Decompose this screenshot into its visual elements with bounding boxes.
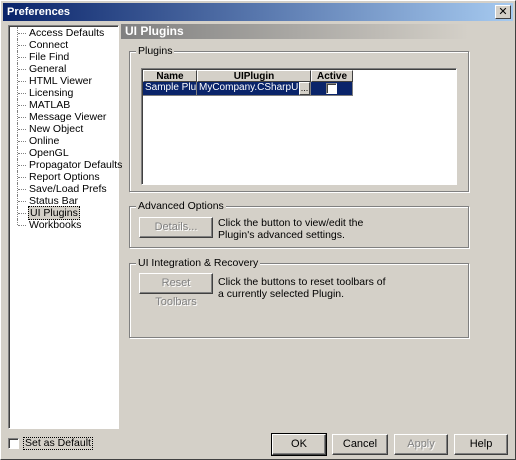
- sidebar-item-matlab[interactable]: MATLAB: [9, 99, 118, 111]
- sidebar-item-html-viewer[interactable]: HTML Viewer: [9, 75, 118, 87]
- sidebar-item-report-options[interactable]: Report Options: [9, 171, 118, 183]
- page-title: UI Plugins: [121, 24, 469, 39]
- sidebar-item-licensing[interactable]: Licensing: [9, 87, 118, 99]
- preferences-window: Preferences ✕ Access Defaults Connect Fi…: [0, 0, 516, 460]
- sidebar-item-new-object[interactable]: New Object: [9, 123, 118, 135]
- sidebar-item-access-defaults[interactable]: Access Defaults: [9, 27, 118, 39]
- plugins-grid[interactable]: Name UIPlugin Active Sample Plugin MyCom…: [141, 68, 457, 185]
- close-button[interactable]: ✕: [495, 5, 511, 19]
- help-button[interactable]: Help: [454, 434, 508, 455]
- table-row[interactable]: Sample Plugin MyCompany.CSharpUIPlugin .…: [143, 82, 353, 96]
- sidebar-item-ui-plugins[interactable]: UI Plugins: [9, 206, 118, 220]
- preferences-tree[interactable]: Access Defaults Connect File Find Genera…: [8, 25, 122, 429]
- details-button[interactable]: Details...: [139, 217, 213, 238]
- apply-button[interactable]: Apply: [394, 434, 448, 455]
- sidebar-item-file-find[interactable]: File Find: [9, 51, 118, 63]
- ui-integration-label: UI Integration & Recovery: [136, 257, 261, 269]
- sidebar-item-opengl[interactable]: OpenGL: [9, 147, 118, 159]
- sidebar-item-save-load-prefs[interactable]: Save/Load Prefs: [9, 183, 118, 195]
- reset-toolbars-button[interactable]: Reset Toolbars: [139, 273, 213, 308]
- sidebar-item-connect[interactable]: Connect: [9, 39, 118, 51]
- ui-integration-description: Click the buttons to reset toolbars of a…: [218, 276, 386, 300]
- plugins-group: Plugins Name UIPlugin Active Sample Plug…: [129, 45, 469, 192]
- cancel-button[interactable]: Cancel: [332, 434, 388, 455]
- plugin-class-text: MyCompany.CSharpUIPlugin: [199, 82, 310, 93]
- set-as-default-label: Set as Default: [23, 437, 93, 450]
- column-header-uiplugin[interactable]: UIPlugin: [197, 70, 311, 82]
- window-title: Preferences: [7, 6, 70, 18]
- sidebar-item-online[interactable]: Online: [9, 135, 118, 147]
- column-header-name[interactable]: Name: [143, 70, 197, 82]
- set-as-default-checkbox[interactable]: Set as Default: [8, 437, 93, 450]
- plugins-group-label: Plugins: [136, 45, 175, 57]
- sidebar-item-message-viewer[interactable]: Message Viewer: [9, 111, 118, 123]
- grid-header-row: Name UIPlugin Active: [143, 70, 353, 82]
- advanced-options-group: Advanced Options Details... Click the bu…: [129, 200, 469, 248]
- column-header-active[interactable]: Active: [311, 70, 353, 82]
- close-icon: ✕: [498, 5, 508, 18]
- advanced-options-description: Click the button to view/edit the Plugin…: [218, 217, 364, 241]
- plugin-active-checkbox[interactable]: [326, 83, 337, 94]
- ok-button[interactable]: OK: [271, 433, 327, 456]
- plugin-active-cell[interactable]: [311, 82, 353, 96]
- advanced-options-label: Advanced Options: [136, 200, 226, 212]
- sidebar-item-propagator-defaults[interactable]: Propagator Defaults: [9, 159, 122, 171]
- plugin-class-cell[interactable]: MyCompany.CSharpUIPlugin ...: [197, 82, 311, 96]
- browse-plugin-button[interactable]: ...: [299, 82, 310, 95]
- title-bar: Preferences ✕: [3, 3, 513, 21]
- set-as-default-box[interactable]: [8, 438, 19, 449]
- plugin-name-cell[interactable]: Sample Plugin: [143, 82, 197, 96]
- sidebar-item-workbooks[interactable]: Workbooks: [9, 219, 118, 231]
- sidebar-item-general[interactable]: General: [9, 63, 118, 75]
- ui-integration-group: UI Integration & Recovery Reset Toolbars…: [129, 257, 469, 338]
